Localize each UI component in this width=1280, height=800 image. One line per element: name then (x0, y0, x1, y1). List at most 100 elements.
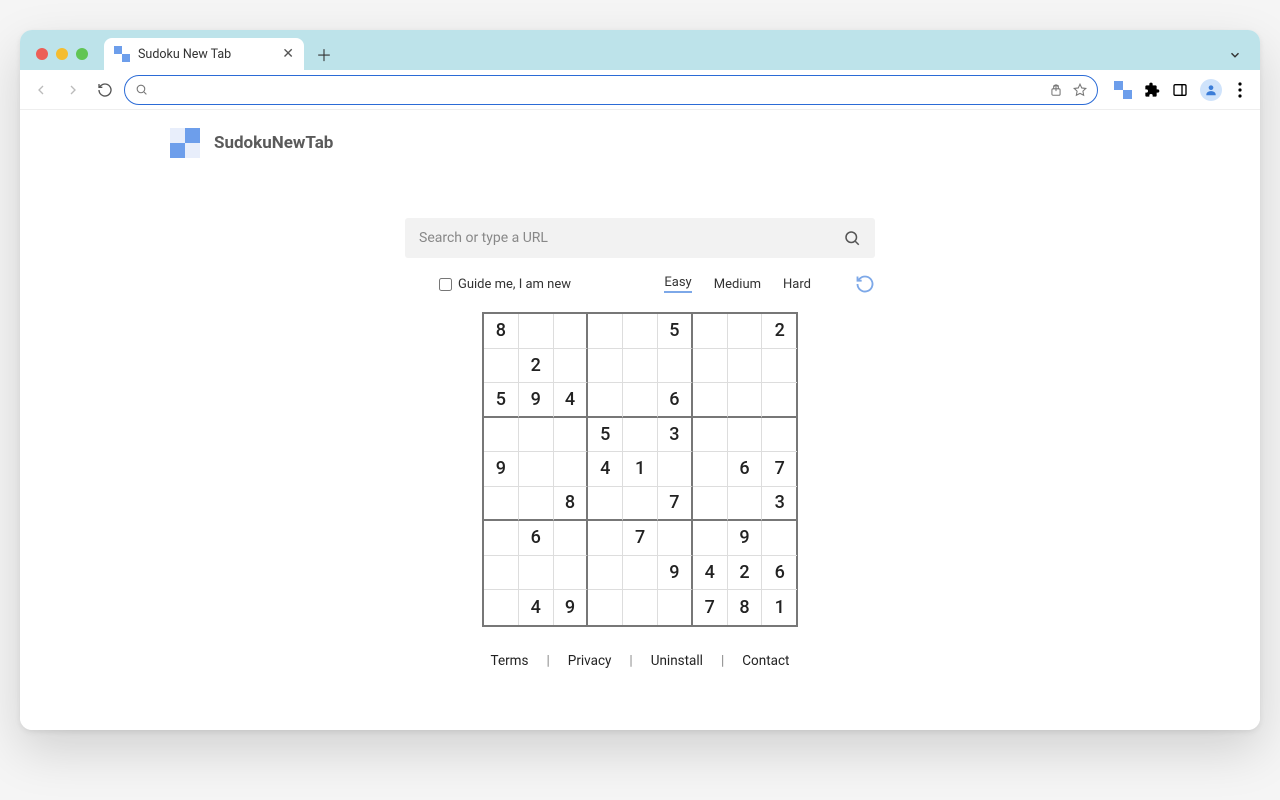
sudoku-cell[interactable]: 1 (623, 452, 658, 487)
sudoku-cell[interactable] (623, 418, 658, 453)
sudoku-cell[interactable] (623, 383, 658, 418)
sudoku-cell[interactable] (519, 452, 554, 487)
sudoku-cell[interactable] (519, 487, 554, 522)
sudoku-cell[interactable] (554, 314, 589, 349)
sudoku-cell[interactable]: 3 (762, 487, 797, 522)
sudoku-cell[interactable] (693, 521, 728, 556)
sudoku-cell[interactable]: 7 (693, 590, 728, 625)
sudoku-cell[interactable] (588, 556, 623, 591)
new-tab-button[interactable]: ＋ (310, 40, 338, 68)
maximize-window-icon[interactable] (76, 48, 88, 60)
sudoku-cell[interactable]: 9 (484, 452, 519, 487)
sudoku-cell[interactable] (762, 383, 797, 418)
sudoku-cell[interactable] (519, 314, 554, 349)
close-tab-icon[interactable]: ✕ (282, 46, 294, 62)
sudoku-cell[interactable] (554, 452, 589, 487)
sudoku-cell[interactable] (728, 418, 763, 453)
sudoku-cell[interactable]: 4 (588, 452, 623, 487)
sudoku-cell[interactable] (623, 556, 658, 591)
sudoku-cell[interactable] (762, 349, 797, 384)
sudoku-cell[interactable]: 9 (554, 590, 589, 625)
page-search-bar[interactable]: Search or type a URL (405, 218, 875, 258)
sudoku-cell[interactable]: 2 (728, 556, 763, 591)
sudoku-cell[interactable] (588, 349, 623, 384)
sudoku-cell[interactable] (728, 383, 763, 418)
sudoku-cell[interactable] (588, 521, 623, 556)
sudoku-cell[interactable] (693, 418, 728, 453)
sudoku-cell[interactable] (484, 487, 519, 522)
sudoku-cell[interactable] (588, 314, 623, 349)
sudoku-cell[interactable] (728, 349, 763, 384)
browser-tab[interactable]: Sudoku New Tab ✕ (104, 38, 304, 70)
sudoku-cell[interactable]: 4 (519, 590, 554, 625)
sudoku-cell[interactable] (554, 521, 589, 556)
sudoku-cell[interactable] (693, 487, 728, 522)
sudoku-cell[interactable] (554, 556, 589, 591)
bookmark-icon[interactable] (1073, 83, 1087, 97)
sudoku-cell[interactable]: 7 (658, 487, 693, 522)
footer-link-terms[interactable]: Terms (491, 653, 529, 669)
guide-checkbox[interactable]: Guide me, I am new (439, 277, 571, 292)
sudoku-cell[interactable]: 8 (484, 314, 519, 349)
close-window-icon[interactable] (36, 48, 48, 60)
sudoku-cell[interactable]: 5 (484, 383, 519, 418)
sudoku-cell[interactable] (519, 418, 554, 453)
difficulty-medium[interactable]: Medium (714, 277, 761, 292)
sudoku-cell[interactable]: 6 (519, 521, 554, 556)
extension-sudoku-icon[interactable] (1114, 81, 1132, 99)
sudoku-cell[interactable]: 2 (762, 314, 797, 349)
sudoku-cell[interactable] (693, 383, 728, 418)
refresh-icon[interactable] (855, 274, 875, 294)
sudoku-cell[interactable] (623, 349, 658, 384)
sudoku-cell[interactable]: 8 (728, 590, 763, 625)
footer-link-privacy[interactable]: Privacy (568, 653, 612, 669)
sudoku-cell[interactable] (693, 349, 728, 384)
sudoku-cell[interactable] (658, 349, 693, 384)
extensions-icon[interactable] (1144, 82, 1160, 98)
sudoku-cell[interactable] (623, 314, 658, 349)
sudoku-cell[interactable] (484, 556, 519, 591)
tabstrip-menu-icon[interactable] (1228, 48, 1252, 70)
sudoku-cell[interactable] (762, 521, 797, 556)
sudoku-cell[interactable]: 9 (658, 556, 693, 591)
sudoku-cell[interactable] (658, 590, 693, 625)
sudoku-cell[interactable] (554, 349, 589, 384)
sudoku-grid[interactable]: 852259465394167873679942649781 (482, 312, 798, 627)
sudoku-cell[interactable] (484, 590, 519, 625)
minimize-window-icon[interactable] (56, 48, 68, 60)
sudoku-cell[interactable] (554, 418, 589, 453)
difficulty-easy[interactable]: Easy (664, 275, 691, 293)
kebab-menu-icon[interactable] (1234, 82, 1246, 98)
sudoku-cell[interactable]: 6 (762, 556, 797, 591)
sudoku-cell[interactable]: 5 (588, 418, 623, 453)
sudoku-cell[interactable]: 4 (693, 556, 728, 591)
sudoku-cell[interactable] (484, 521, 519, 556)
sudoku-cell[interactable] (693, 314, 728, 349)
sudoku-cell[interactable]: 6 (658, 383, 693, 418)
address-bar[interactable] (124, 75, 1098, 105)
sudoku-cell[interactable]: 4 (554, 383, 589, 418)
sudoku-cell[interactable]: 3 (658, 418, 693, 453)
share-icon[interactable] (1049, 83, 1063, 97)
sudoku-cell[interactable] (588, 383, 623, 418)
sudoku-cell[interactable] (728, 487, 763, 522)
sudoku-cell[interactable] (693, 452, 728, 487)
back-button[interactable] (28, 77, 54, 103)
sudoku-cell[interactable]: 2 (519, 349, 554, 384)
sudoku-cell[interactable] (484, 349, 519, 384)
search-icon[interactable] (843, 229, 861, 247)
sudoku-cell[interactable]: 6 (728, 452, 763, 487)
side-panel-icon[interactable] (1172, 82, 1188, 98)
forward-button[interactable] (60, 77, 86, 103)
sudoku-cell[interactable] (588, 487, 623, 522)
sudoku-cell[interactable] (588, 590, 623, 625)
sudoku-cell[interactable]: 9 (519, 383, 554, 418)
profile-avatar[interactable] (1200, 79, 1222, 101)
sudoku-cell[interactable] (728, 314, 763, 349)
sudoku-cell[interactable] (762, 418, 797, 453)
difficulty-hard[interactable]: Hard (783, 277, 811, 292)
reload-button[interactable] (92, 77, 118, 103)
sudoku-cell[interactable] (658, 521, 693, 556)
sudoku-cell[interactable] (484, 418, 519, 453)
sudoku-cell[interactable] (658, 452, 693, 487)
